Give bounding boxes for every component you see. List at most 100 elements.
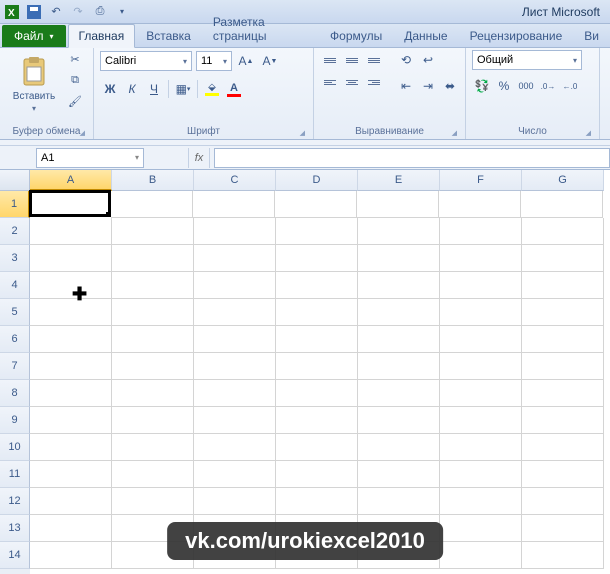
row-header[interactable]: 9 (0, 407, 30, 434)
formula-input[interactable] (214, 148, 610, 168)
column-header[interactable]: C (194, 170, 276, 191)
increase-decimal-icon[interactable]: .0→ (538, 76, 558, 96)
cell[interactable] (30, 353, 112, 380)
row-header[interactable]: 10 (0, 434, 30, 461)
cell[interactable] (112, 380, 194, 407)
tab-review[interactable]: Рецензирование (459, 24, 574, 47)
cell[interactable] (112, 434, 194, 461)
comma-icon[interactable]: 000 (516, 76, 536, 96)
cell[interactable] (194, 245, 276, 272)
cell[interactable] (194, 218, 276, 245)
row-header[interactable]: 8 (0, 380, 30, 407)
italic-button[interactable]: К (122, 79, 142, 99)
align-left-icon[interactable] (320, 72, 340, 92)
decrease-decimal-icon[interactable]: ←.0 (560, 76, 580, 96)
cell[interactable] (30, 407, 112, 434)
currency-icon[interactable]: 💱 (472, 76, 492, 96)
cell[interactable] (30, 488, 112, 515)
row-header[interactable]: 1 (0, 191, 30, 218)
qat-dropdown-icon[interactable]: ▾ (114, 4, 130, 20)
cell[interactable] (522, 353, 604, 380)
align-middle-icon[interactable] (342, 50, 362, 70)
cell[interactable] (30, 299, 112, 326)
align-top-icon[interactable] (320, 50, 340, 70)
cell[interactable] (358, 245, 440, 272)
cell[interactable] (112, 353, 194, 380)
cell[interactable] (522, 218, 604, 245)
cell[interactable] (194, 299, 276, 326)
cell[interactable] (440, 407, 522, 434)
row-header[interactable]: 14 (0, 542, 30, 569)
cell[interactable] (194, 380, 276, 407)
align-center-icon[interactable] (342, 72, 362, 92)
row-header[interactable]: 7 (0, 353, 30, 380)
cell[interactable] (522, 515, 604, 542)
row-header[interactable]: 5 (0, 299, 30, 326)
cell[interactable] (358, 461, 440, 488)
cells-grid[interactable]: ✚ (30, 191, 610, 569)
cell[interactable] (29, 190, 111, 217)
column-header[interactable]: A (30, 170, 112, 191)
cell[interactable] (358, 488, 440, 515)
row-header[interactable]: 3 (0, 245, 30, 272)
cell[interactable] (112, 488, 194, 515)
cell[interactable] (30, 218, 112, 245)
cell[interactable] (276, 488, 358, 515)
cell[interactable] (276, 272, 358, 299)
cell[interactable] (440, 380, 522, 407)
cell[interactable] (358, 218, 440, 245)
cell[interactable] (194, 272, 276, 299)
cell[interactable] (30, 245, 112, 272)
orientation-icon[interactable]: ⟲ (396, 50, 416, 70)
tab-data[interactable]: Данные (393, 24, 458, 47)
cell[interactable] (522, 380, 604, 407)
cell[interactable] (30, 461, 112, 488)
tab-file[interactable]: Файл (2, 25, 66, 47)
tab-insert[interactable]: Вставка (135, 24, 202, 47)
bold-button[interactable]: Ж (100, 79, 120, 99)
cell[interactable] (276, 353, 358, 380)
fill-color-icon[interactable]: ⬙ (202, 79, 222, 99)
column-header[interactable]: F (440, 170, 522, 191)
name-box[interactable]: A1 (36, 148, 144, 168)
cell[interactable] (194, 434, 276, 461)
cell[interactable] (522, 434, 604, 461)
cell[interactable] (276, 299, 358, 326)
cell[interactable] (522, 245, 604, 272)
column-header[interactable]: B (112, 170, 194, 191)
fx-icon[interactable]: fx (188, 148, 210, 168)
cell[interactable] (439, 191, 521, 218)
copy-icon[interactable]: ⧉ (66, 71, 84, 89)
cell[interactable] (112, 326, 194, 353)
cell[interactable] (112, 245, 194, 272)
cell[interactable] (112, 299, 194, 326)
merge-icon[interactable]: ⬌ (440, 76, 460, 96)
column-header[interactable]: G (522, 170, 604, 191)
cell[interactable] (440, 542, 522, 569)
cell[interactable] (30, 326, 112, 353)
border-icon[interactable]: ▦▾ (173, 79, 193, 99)
number-format-combo[interactable]: Общий (472, 50, 582, 70)
cell[interactable] (358, 353, 440, 380)
increase-indent-icon[interactable]: ⇥ (418, 76, 438, 96)
cell[interactable] (440, 434, 522, 461)
cell[interactable] (112, 218, 194, 245)
cell[interactable] (440, 353, 522, 380)
cell[interactable] (522, 272, 604, 299)
paste-button[interactable]: Вставить ▾ (6, 50, 62, 120)
cell[interactable] (276, 245, 358, 272)
tab-formulas[interactable]: Формулы (319, 24, 393, 47)
excel-icon[interactable]: X (4, 4, 20, 20)
cell[interactable] (30, 515, 112, 542)
cell[interactable] (194, 407, 276, 434)
cell[interactable] (112, 407, 194, 434)
tab-page-layout[interactable]: Разметка страницы (202, 10, 319, 47)
decrease-font-icon[interactable]: A▼ (260, 51, 280, 71)
cell[interactable] (276, 407, 358, 434)
column-header[interactable]: D (276, 170, 358, 191)
format-painter-icon[interactable]: 🖌 (66, 92, 84, 110)
cell[interactable] (357, 191, 439, 218)
cell[interactable] (193, 191, 275, 218)
decrease-indent-icon[interactable]: ⇤ (396, 76, 416, 96)
cell[interactable] (440, 326, 522, 353)
